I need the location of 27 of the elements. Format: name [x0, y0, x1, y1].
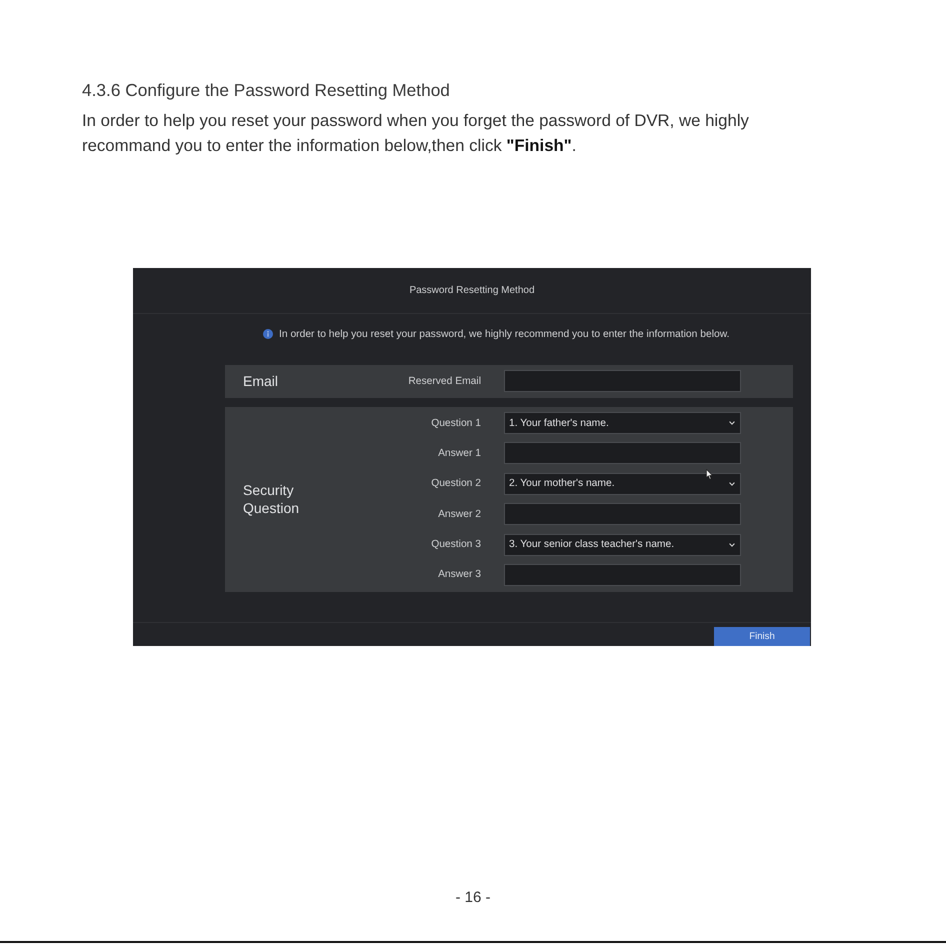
field-label: Question 2: [431, 478, 481, 490]
field-label: Question 3: [431, 539, 481, 550]
caret-icon: [729, 482, 735, 486]
info-icon: [263, 329, 273, 339]
mouse-pointer-icon: [706, 469, 713, 480]
input-field[interactable]: [504, 442, 741, 464]
caret-icon: [729, 542, 735, 547]
input-field[interactable]: [504, 370, 741, 392]
field-label: Answer 1: [438, 448, 481, 459]
dropdown-field[interactable]: 3. Your senior class teacher's name.: [504, 534, 741, 556]
info-message: In order to help you reset your password, we highly recommend you to enter the information below.: [279, 328, 730, 340]
section-label: Email: [243, 372, 278, 390]
dropdown-field[interactable]: 1. Your father's name.: [504, 412, 741, 434]
page-number: - 16 -: [455, 888, 490, 908]
field-label: Reserved Email: [408, 376, 481, 386]
field-label: Answer 3: [438, 569, 481, 580]
dialog-title: Password Resetting Method: [409, 285, 535, 296]
section-heading: 4.3.6 Configure the Password Resetting Method: [82, 79, 450, 101]
intro-paragraph: In order to help you reset your password when you forget the password of DVR, we highly recommand you to enter the information below,then click "Finish".: [82, 110, 750, 157]
finish-button[interactable]: Finish: [714, 627, 810, 646]
input-field[interactable]: [504, 564, 741, 586]
section-label: Security Question: [243, 480, 300, 517]
caret-icon: [729, 421, 735, 425]
input-field[interactable]: [504, 503, 741, 526]
dropdown-field[interactable]: 2. Your mother's name.: [504, 472, 741, 495]
field-label: Answer 2: [438, 508, 481, 520]
field-label: Question 1: [431, 418, 481, 428]
